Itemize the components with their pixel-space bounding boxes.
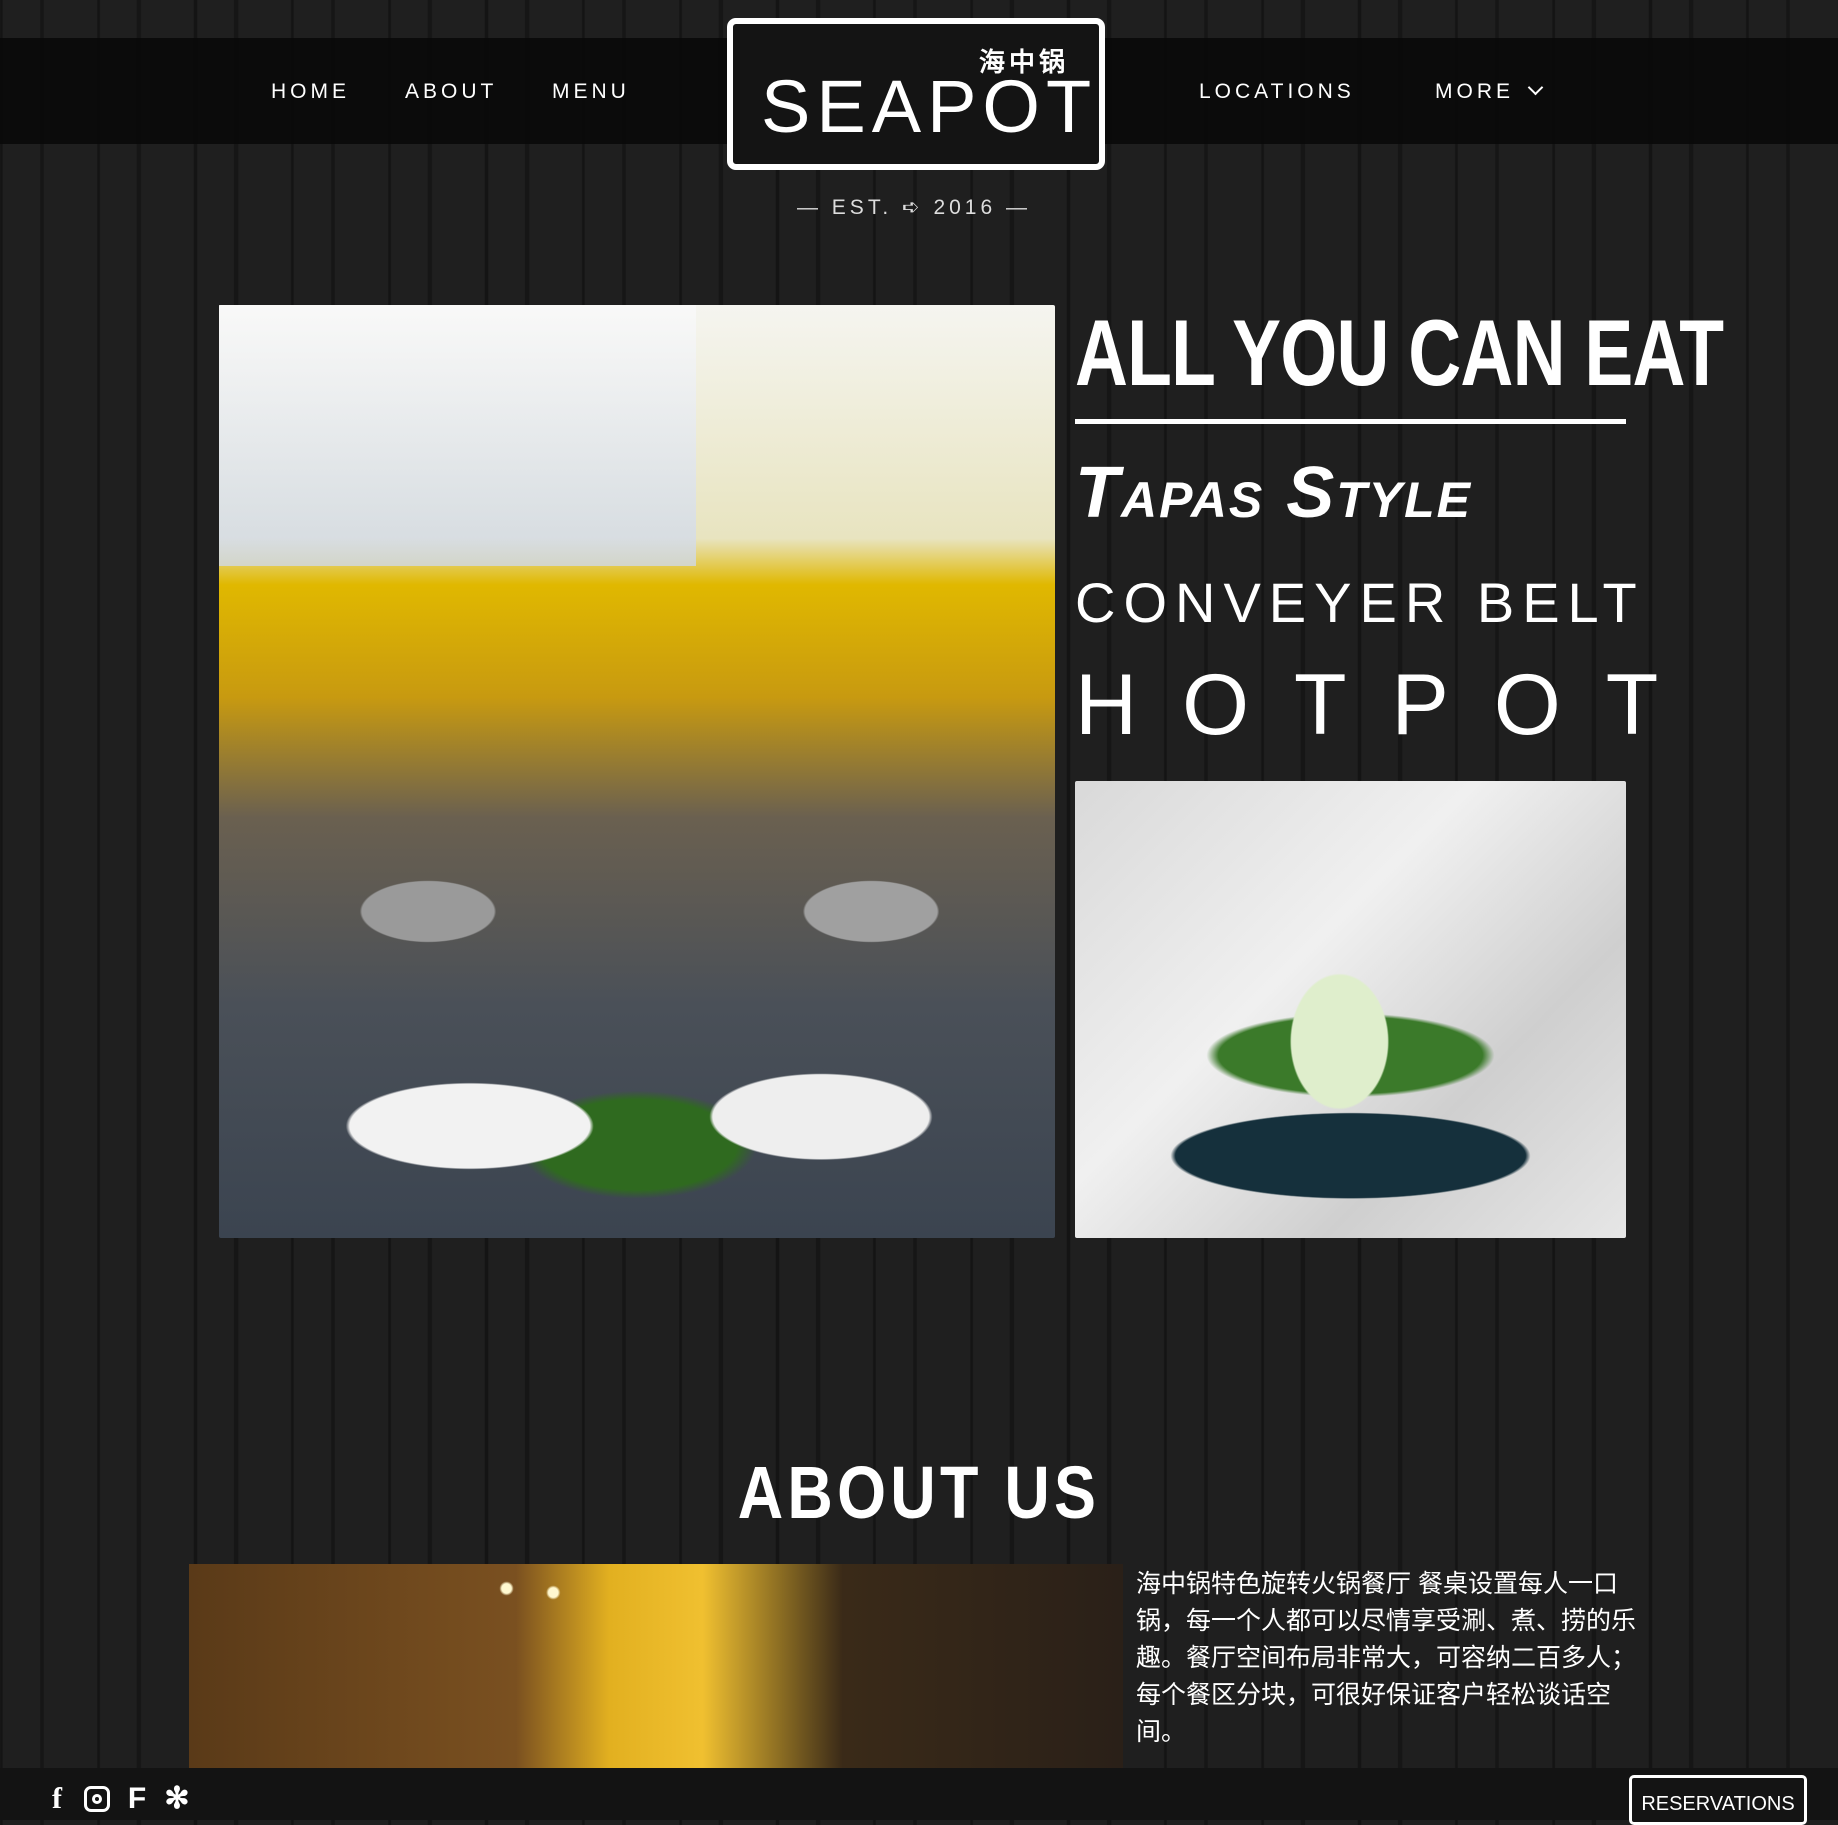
- chevron-down-icon: [1527, 79, 1544, 96]
- hero-hotpot: HOTPOT: [1075, 657, 1704, 753]
- about-text: 海中锅特色旋转火锅餐厅 餐桌设置每人一口锅，每一个人都可以尽情享受涮、煮、捞的乐…: [1136, 1570, 1637, 1746]
- reservations-button[interactable]: RESERVATIONS: [1629, 1775, 1807, 1825]
- est-year: 2016 —: [933, 196, 1032, 219]
- logo-name: SEAPOT: [761, 65, 1098, 148]
- nav-menu[interactable]: MENU: [552, 80, 630, 104]
- est-prefix: — EST.: [796, 196, 893, 219]
- hero-all-you-can-eat: ALL YOU CAN EAT: [1075, 300, 1724, 405]
- yelp-icon[interactable]: ✻: [160, 1782, 194, 1816]
- established-line: — EST. ➪ 2016 —: [760, 195, 1068, 220]
- fish-icon: ➪: [902, 196, 924, 219]
- vegetable-bowl-photo: [1075, 781, 1626, 1238]
- nav-more-label: MORE: [1435, 80, 1514, 103]
- logo[interactable]: 海中锅 SEAPOT: [727, 18, 1105, 170]
- nav-more[interactable]: MORE: [1435, 79, 1544, 104]
- nav-home[interactable]: HOME: [271, 80, 350, 104]
- foursquare-icon[interactable]: F: [120, 1782, 154, 1816]
- restaurant-interior-photo: [189, 1564, 1123, 1768]
- about-title: ABOUT US: [737, 1451, 1101, 1534]
- facebook-icon[interactable]: f: [40, 1782, 74, 1816]
- instagram-icon[interactable]: [80, 1782, 114, 1816]
- nav-locations[interactable]: LOCATIONS: [1199, 80, 1355, 104]
- hotpot-buffet-photo: [219, 305, 1055, 1238]
- footer-bar: [0, 1768, 1838, 1820]
- hero-conveyer-belt: CONVEYER BELT: [1075, 571, 1645, 634]
- divider: [1075, 419, 1626, 424]
- hero-tapas-style: Tapas Style: [1075, 453, 1472, 533]
- nav-about[interactable]: ABOUT: [405, 80, 497, 104]
